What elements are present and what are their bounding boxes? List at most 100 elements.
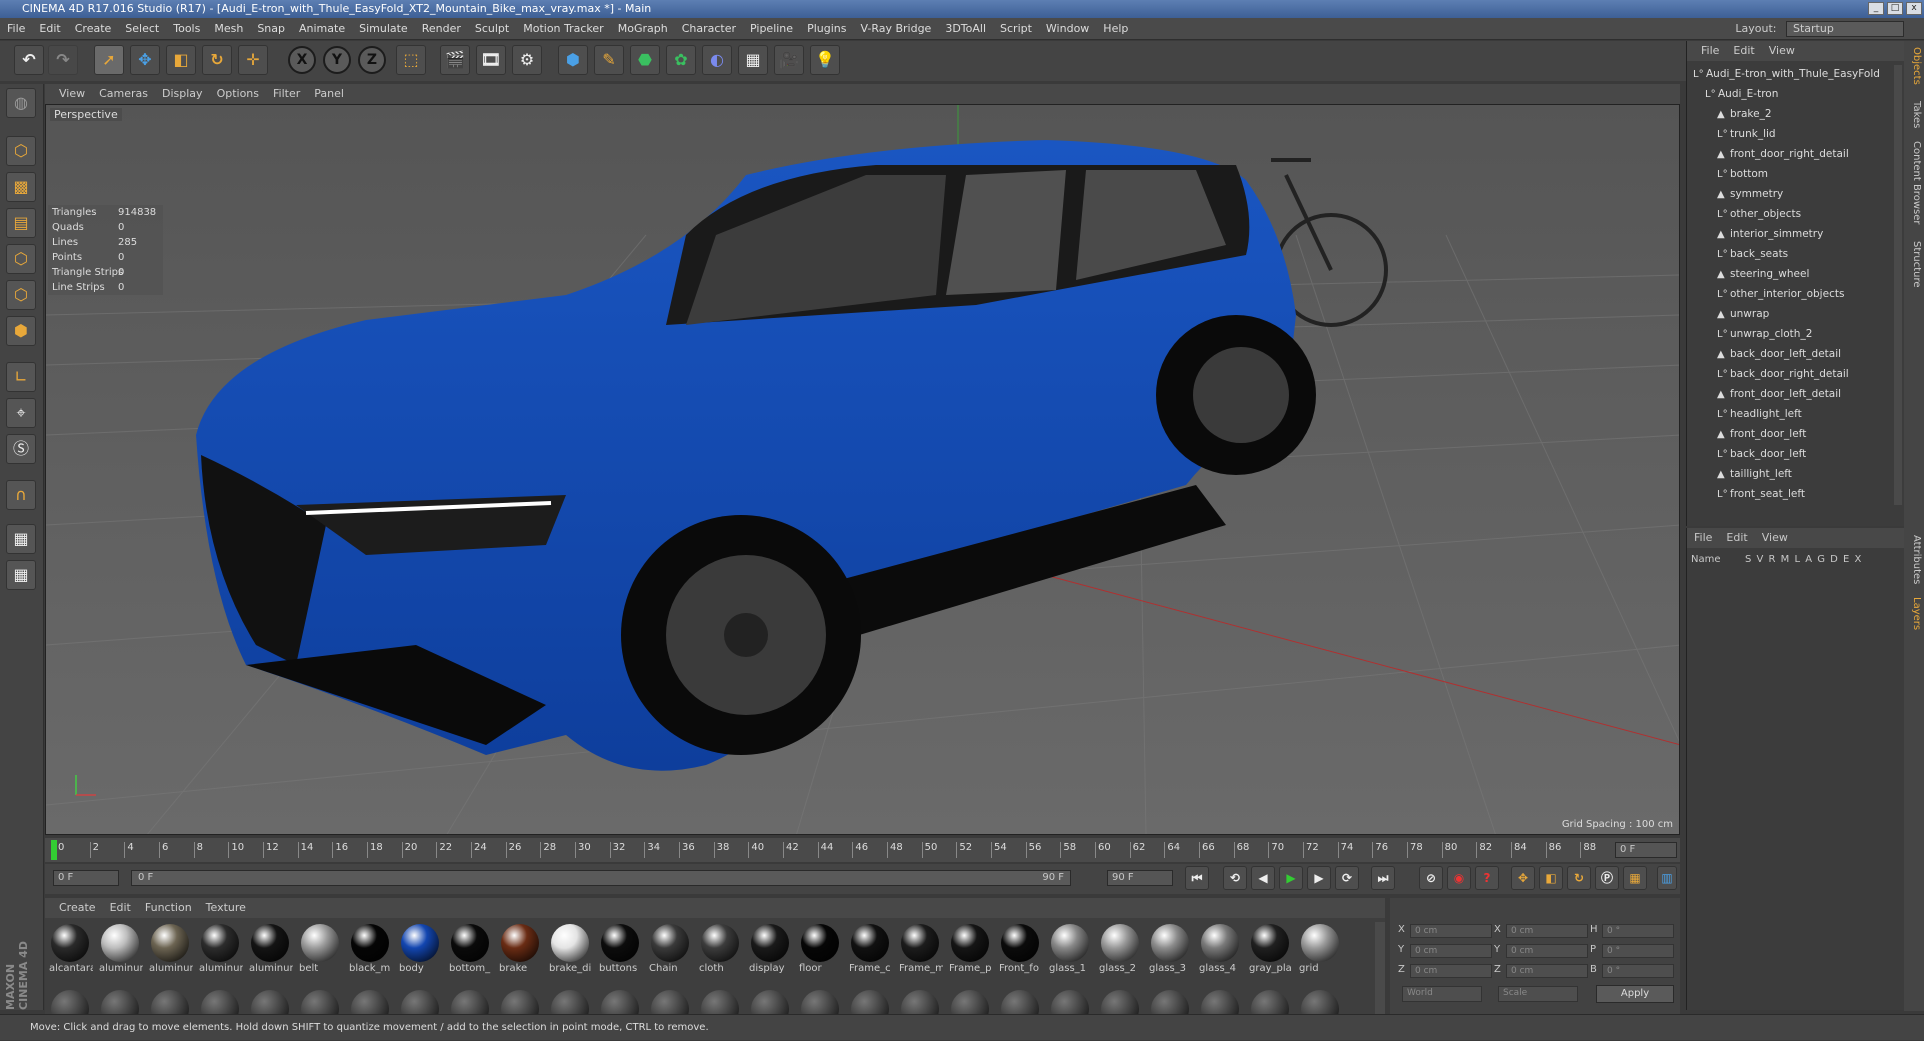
- menu-mesh[interactable]: Mesh: [207, 18, 250, 40]
- material-scrollbar[interactable]: [1375, 922, 1385, 1014]
- transform-tool-icon[interactable]: ✛: [238, 45, 268, 75]
- lock-workplane-icon[interactable]: ▦: [6, 524, 36, 554]
- object-tree-item[interactable]: ▲ taillight_left: [1717, 465, 1792, 484]
- x-axis-icon[interactable]: X: [288, 46, 316, 74]
- key-scale-icon[interactable]: ◧: [1539, 866, 1563, 890]
- viewport-menu-filter[interactable]: Filter: [266, 84, 307, 104]
- coord-scale-dropdown[interactable]: Scale: [1498, 986, 1578, 1002]
- cube-object-icon[interactable]: ⬢: [558, 45, 588, 75]
- menu-select[interactable]: Select: [118, 18, 166, 40]
- material-menu-create[interactable]: Create: [52, 898, 103, 918]
- material-swatch[interactable]: cloth: [697, 922, 743, 982]
- undo-icon[interactable]: ↶: [14, 45, 44, 75]
- autokey-icon[interactable]: ?: [1475, 866, 1499, 890]
- coord-value-field[interactable]: 0 cm: [1410, 924, 1492, 938]
- material-swatch[interactable]: belt: [297, 922, 343, 982]
- material-preview-row2[interactable]: [1051, 990, 1089, 1014]
- coordinate-system-icon[interactable]: ⬚: [396, 45, 426, 75]
- end-frame-field[interactable]: 90 F: [1107, 870, 1173, 886]
- coord-value-field[interactable]: 0 cm: [1506, 964, 1588, 978]
- material-preview-row2[interactable]: [651, 990, 689, 1014]
- material-swatch[interactable]: glass_2: [1097, 922, 1143, 982]
- coord-value-field[interactable]: 0 °: [1602, 944, 1674, 958]
- points-mode-icon[interactable]: ⬡: [6, 244, 36, 274]
- object-tree-item[interactable]: L° trunk_lid: [1717, 125, 1776, 144]
- object-tree-item[interactable]: L° Audi_E-tron_with_Thule_EasyFold: [1693, 65, 1880, 84]
- menu-create[interactable]: Create: [68, 18, 119, 40]
- material-preview-row2[interactable]: [201, 990, 239, 1014]
- timeline-ruler[interactable]: 0 2 4 6 8 10 12 14 16 18 20 22 24 26 28 30 32 34 36 38 40 42 4…: [45, 838, 1680, 862]
- object-tree-item[interactable]: L° back_door_left: [1717, 445, 1806, 464]
- playhead[interactable]: [51, 840, 57, 860]
- key-parameter-icon[interactable]: Ⓟ: [1595, 866, 1619, 890]
- material-preview-row2[interactable]: [401, 990, 439, 1014]
- floor-icon[interactable]: ▦: [738, 45, 768, 75]
- menu-file[interactable]: File: [0, 18, 32, 40]
- coord-value-field[interactable]: 0 cm: [1506, 944, 1588, 958]
- key-rotation-icon[interactable]: ↻: [1567, 866, 1591, 890]
- material-swatch[interactable]: aluminum: [97, 922, 143, 982]
- material-preview-row2[interactable]: [1201, 990, 1239, 1014]
- object-tree-item[interactable]: ▲ brake_2: [1717, 105, 1772, 124]
- material-swatch[interactable]: Chain: [647, 922, 693, 982]
- object-tree-item[interactable]: L° bottom: [1717, 165, 1768, 184]
- menu-pipeline[interactable]: Pipeline: [743, 18, 800, 40]
- material-preview-row2[interactable]: [851, 990, 889, 1014]
- play-icon[interactable]: ▶: [1279, 866, 1303, 890]
- coord-mode-dropdown[interactable]: World: [1402, 986, 1482, 1002]
- coord-value-field[interactable]: 0 cm: [1410, 964, 1492, 978]
- material-preview-row2[interactable]: [1101, 990, 1139, 1014]
- start-frame-field[interactable]: 0 F: [53, 870, 119, 886]
- menu-plugins[interactable]: Plugins: [800, 18, 853, 40]
- redo-icon[interactable]: ↷: [48, 45, 78, 75]
- range-slider[interactable]: 0 F 90 F: [131, 870, 1071, 886]
- material-swatch[interactable]: brake: [497, 922, 543, 982]
- material-preview-row2[interactable]: [901, 990, 939, 1014]
- material-swatch[interactable]: brake_di: [547, 922, 593, 982]
- material-swatch[interactable]: display: [747, 922, 793, 982]
- layout-dropdown[interactable]: Startup: [1786, 21, 1904, 37]
- material-preview-row2[interactable]: [51, 990, 89, 1014]
- polygons-mode-icon[interactable]: ⬢: [6, 316, 36, 346]
- menu-tools[interactable]: Tools: [166, 18, 207, 40]
- render-view-icon[interactable]: 🎬: [440, 45, 470, 75]
- object-tree-item[interactable]: L° other_interior_objects: [1717, 285, 1844, 304]
- axis-mode-icon[interactable]: ∟: [6, 362, 36, 392]
- tab-structure[interactable]: Structure: [1906, 241, 1922, 288]
- scale-tool-icon[interactable]: ◧: [166, 45, 196, 75]
- model-mode-icon[interactable]: ⬡: [6, 136, 36, 166]
- tab-attributes[interactable]: Attributes: [1906, 535, 1922, 584]
- material-preview-row2[interactable]: [501, 990, 539, 1014]
- material-swatch[interactable]: glass_1: [1047, 922, 1093, 982]
- viewport-menu-display[interactable]: Display: [155, 84, 210, 104]
- light-icon[interactable]: 💡: [810, 45, 840, 75]
- viewport-menu-view[interactable]: View: [52, 84, 92, 104]
- material-menu-function[interactable]: Function: [138, 898, 199, 918]
- menu-animate[interactable]: Animate: [292, 18, 352, 40]
- next-frame-icon[interactable]: ▶: [1307, 866, 1331, 890]
- key-position-icon[interactable]: ✥: [1511, 866, 1535, 890]
- material-swatch[interactable]: floor: [797, 922, 843, 982]
- menu-sculpt[interactable]: Sculpt: [468, 18, 516, 40]
- material-preview-row2[interactable]: [101, 990, 139, 1014]
- tab-objects[interactable]: Objects: [1906, 47, 1922, 85]
- layer-menu-file[interactable]: File: [1687, 528, 1719, 548]
- material-preview-row2[interactable]: [151, 990, 189, 1014]
- object-menu-view[interactable]: View: [1762, 41, 1802, 61]
- material-swatch[interactable]: grid: [1297, 922, 1343, 982]
- texture-mode-icon[interactable]: ▩: [6, 172, 36, 202]
- maximize-button[interactable]: □: [1887, 2, 1903, 15]
- object-scrollbar[interactable]: [1894, 65, 1902, 505]
- tweak-mode-icon[interactable]: ⌖: [6, 398, 36, 428]
- object-tree-item[interactable]: L° other_objects: [1717, 205, 1801, 224]
- object-tree-item[interactable]: ▲ front_door_left: [1717, 425, 1806, 444]
- perspective-viewport[interactable]: Perspective Triangles 914838 Quads 0 Lines 28…: [45, 104, 1680, 835]
- material-swatch[interactable]: Frame_p: [947, 922, 993, 982]
- layout-selector[interactable]: Layout: Startup: [1735, 20, 1904, 38]
- material-preview-row2[interactable]: [1251, 990, 1289, 1014]
- material-swatch[interactable]: Frame_m: [897, 922, 943, 982]
- goto-start-icon[interactable]: ⏮: [1185, 866, 1209, 890]
- material-swatch[interactable]: aluminum: [197, 922, 243, 982]
- viewport-menu-cameras[interactable]: Cameras: [92, 84, 155, 104]
- motion-record-icon[interactable]: ⊘: [1419, 866, 1443, 890]
